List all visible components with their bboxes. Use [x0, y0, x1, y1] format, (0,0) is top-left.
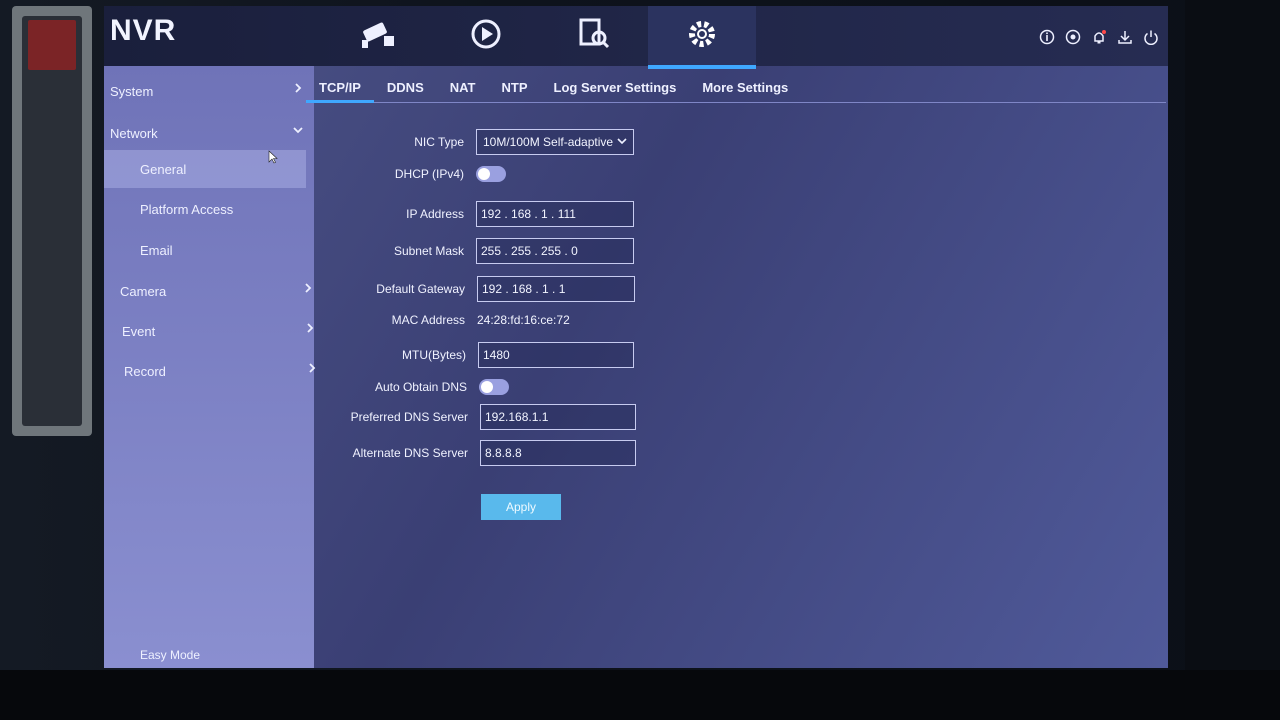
nav-playback[interactable] [432, 6, 540, 66]
dhcp-row: DHCP (IPv4) [314, 166, 506, 182]
mtu-row: MTU(Bytes) 1480 [316, 342, 634, 368]
chevron-right-icon [302, 282, 314, 297]
sidebar-item-label: Network [110, 125, 158, 141]
sidebar: System Network General Platform Access E… [104, 66, 316, 668]
search-doc-icon [577, 17, 611, 56]
nvr-screen: NVR System Network General Platform Acce… [104, 6, 1168, 668]
dhcp-toggle[interactable] [476, 166, 506, 182]
camera-icon [358, 18, 398, 55]
gear-icon [686, 18, 718, 55]
default-gateway-label: Default Gateway [376, 282, 465, 296]
mtu-label: MTU(Bytes) [402, 348, 466, 362]
preferred-dns-field[interactable]: 192.168.1.1 [480, 404, 636, 430]
tab-tcpip[interactable]: TCP/IP [306, 72, 374, 103]
preferred-dns-label: Preferred DNS Server [350, 410, 468, 424]
mac-address-value: 24:28:fd:16:ce:72 [477, 313, 570, 327]
auto-obtain-dns-label: Auto Obtain DNS [374, 380, 467, 394]
sidebar-item-label: General [140, 161, 187, 177]
network-form: NIC Type 10M/100M Self-adaptive DHCP (IP… [314, 102, 1164, 662]
sidebar-item-label: System [110, 83, 154, 99]
apply-button[interactable]: Apply [481, 494, 561, 520]
mtu-field[interactable]: 1480 [478, 342, 634, 368]
alternate-dns-row: Alternate DNS Server 8.8.8.8 [318, 440, 636, 466]
power-icon[interactable] [1142, 28, 1160, 46]
tab-ntp[interactable]: NTP [489, 72, 541, 102]
tab-ddns[interactable]: DDNS [374, 72, 437, 102]
nav-search[interactable] [540, 6, 648, 66]
nav-settings[interactable] [648, 6, 756, 69]
chevron-down-icon [292, 124, 304, 139]
bell-icon[interactable] [1090, 28, 1108, 46]
mac-address-label: MAC Address [391, 313, 465, 327]
top-bar: NVR [104, 6, 1168, 69]
sidebar-item-label: Event [122, 323, 156, 339]
nav-camera[interactable] [324, 6, 432, 66]
side-device [12, 6, 92, 436]
bottom-background [0, 670, 1280, 720]
sidebar-item-camera[interactable]: Camera [104, 272, 314, 310]
subnet-mask-label: Subnet Mask [393, 244, 464, 258]
sidebar-item-event[interactable]: Event [104, 312, 316, 350]
side-device-label [28, 20, 76, 70]
mouse-cursor-icon [268, 150, 278, 169]
alternate-dns-label: Alternate DNS Server [352, 446, 468, 460]
subnet-mask-row: Subnet Mask 255 . 255 . 255 . 0 [314, 238, 634, 264]
tab-nat[interactable]: NAT [437, 72, 489, 102]
playback-icon [469, 17, 503, 56]
ip-address-label: IP Address [406, 207, 464, 221]
auto-obtain-dns-toggle[interactable] [479, 379, 509, 395]
sidebar-item-network[interactable]: Network [104, 114, 304, 152]
chevron-right-icon [292, 82, 304, 97]
tab-log-server-settings[interactable]: Log Server Settings [541, 72, 690, 102]
preferred-dns-row: Preferred DNS Server 192.168.1.1 [318, 404, 636, 430]
sidebar-item-label: Camera [120, 283, 167, 299]
nic-type-label: NIC Type [414, 135, 464, 149]
sidebar-item-label: Record [124, 363, 166, 379]
sidebar-item-label: Email [140, 242, 173, 258]
chevron-down-icon [617, 135, 627, 149]
nic-type-select[interactable]: 10M/100M Self-adaptive [476, 129, 634, 155]
ip-address-field[interactable]: 192 . 168 . 1 . 111 [476, 201, 634, 227]
dhcp-label: DHCP (IPv4) [394, 167, 464, 181]
alternate-dns-field[interactable]: 8.8.8.8 [480, 440, 636, 466]
easy-mode-link[interactable]: Easy Mode [140, 648, 200, 662]
sidebar-item-record[interactable]: Record [104, 352, 318, 390]
right-background [1185, 0, 1280, 720]
auto-obtain-dns-row: Auto Obtain DNS [317, 379, 509, 395]
info-icon[interactable] [1038, 28, 1056, 46]
record-icon[interactable] [1064, 28, 1082, 46]
sidebar-item-email[interactable]: Email [104, 231, 304, 269]
nic-type-value: 10M/100M Self-adaptive [483, 135, 614, 149]
sidebar-item-platform-access[interactable]: Platform Access [104, 190, 304, 228]
sidebar-item-system[interactable]: System [104, 72, 304, 110]
subnet-mask-field[interactable]: 255 . 255 . 255 . 0 [476, 238, 634, 264]
main-nav [324, 6, 756, 69]
default-gateway-field[interactable]: 192 . 168 . 1 . 1 [477, 276, 635, 302]
mac-address-row: MAC Address 24:28:fd:16:ce:72 [315, 313, 570, 327]
app-logo: NVR [110, 14, 177, 47]
tab-bar: TCP/IP DDNS NAT NTP Log Server Settings … [306, 72, 1166, 103]
ip-address-row: IP Address 192 . 168 . 1 . 111 [314, 201, 634, 227]
sidebar-item-label: Platform Access [140, 201, 234, 217]
default-gateway-row: Default Gateway 192 . 168 . 1 . 1 [315, 276, 635, 302]
side-device-panel [22, 16, 82, 426]
nic-type-row: NIC Type 10M/100M Self-adaptive [314, 129, 634, 155]
download-icon[interactable] [1116, 28, 1134, 46]
top-right-tools [1038, 28, 1160, 46]
tab-more-settings[interactable]: More Settings [689, 72, 801, 102]
